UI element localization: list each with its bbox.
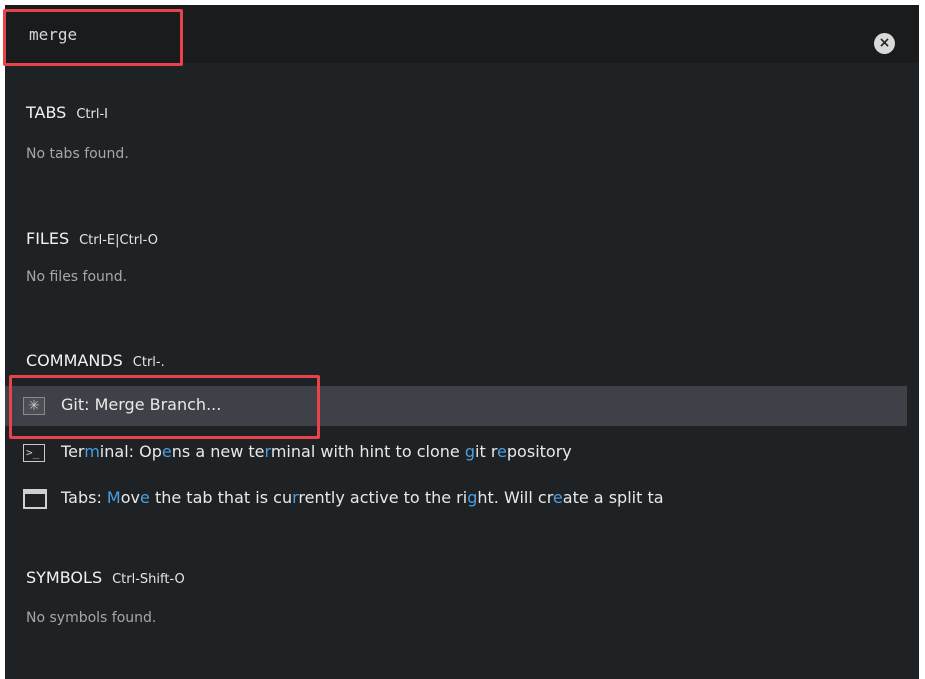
section-header-files: FILES Ctrl-E|Ctrl-O (26, 229, 158, 248)
tabs-icon (23, 489, 47, 509)
section-shortcut-commands: Ctrl-. (132, 355, 165, 370)
git-icon: ✳ (23, 397, 45, 415)
section-shortcut-files: Ctrl-E|Ctrl-O (79, 233, 158, 248)
section-header-commands: COMMANDS Ctrl-. (26, 351, 165, 370)
section-header-symbols: SYMBOLS Ctrl-Shift-O (26, 568, 185, 587)
close-icon: × (878, 35, 891, 51)
command-label: Tabs: Move the tab that is currently act… (61, 488, 664, 507)
command-item-tabs-move-right[interactable]: Tabs: Move the tab that is currently act… (5, 479, 907, 519)
section-title-commands: COMMANDS (26, 351, 123, 370)
tabs-empty-message: No tabs found. (26, 146, 129, 162)
files-empty-message: No files found. (26, 269, 128, 285)
command-item-terminal-clone[interactable]: >_ Terminal: Opens a new terminal with h… (5, 433, 907, 473)
section-shortcut-symbols: Ctrl-Shift-O (112, 572, 185, 587)
section-header-tabs: TABS Ctrl-I (26, 103, 108, 122)
search-bar: × (5, 5, 919, 63)
section-title-tabs: TABS (26, 103, 67, 122)
section-shortcut-tabs: Ctrl-I (76, 107, 108, 122)
search-input[interactable] (19, 19, 619, 49)
command-label: Terminal: Opens a new terminal with hint… (61, 442, 572, 461)
command-label: Git: Merge Branch... (61, 395, 222, 414)
terminal-icon: >_ (23, 444, 45, 462)
command-item-git-merge-branch[interactable]: ✳ Git: Merge Branch... (5, 386, 907, 426)
section-title-symbols: SYMBOLS (26, 568, 103, 587)
clear-search-button[interactable]: × (874, 33, 895, 54)
symbols-empty-message: No symbols found. (26, 610, 157, 626)
section-title-files: FILES (26, 229, 70, 248)
quick-open-panel: × TABS Ctrl-I No tabs found. FILES Ctrl-E|… (5, 5, 919, 679)
